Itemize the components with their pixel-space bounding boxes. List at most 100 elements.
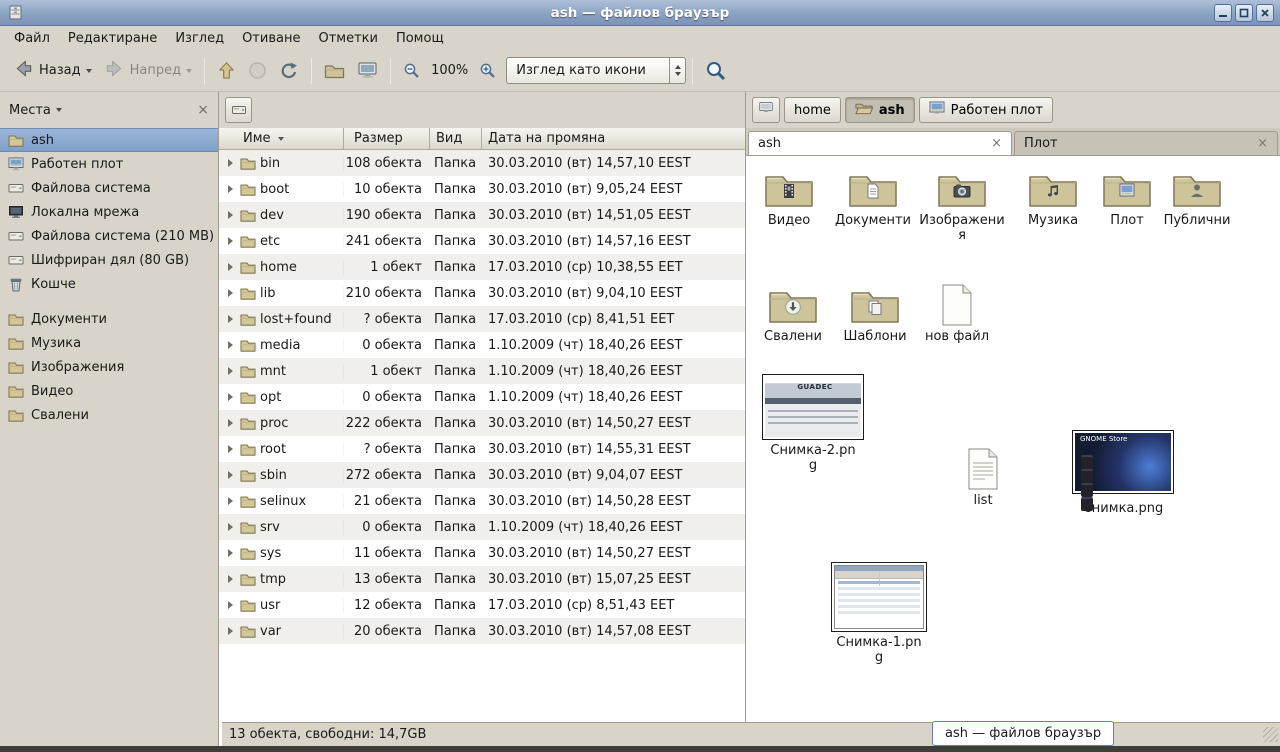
expander-icon[interactable] xyxy=(224,497,236,505)
table-row[interactable]: lib210 обектаПапка30.03.2010 (вт) 9,04,1… xyxy=(219,280,745,306)
expander-icon[interactable] xyxy=(224,367,236,375)
expander-icon[interactable] xyxy=(224,393,236,401)
icon-view-item[interactable]: Публични xyxy=(1152,164,1242,229)
menu-item[interactable]: Отметки xyxy=(309,29,386,48)
tab-ash[interactable]: ash× xyxy=(748,131,1012,155)
expander-icon[interactable] xyxy=(224,315,236,323)
reload-button[interactable] xyxy=(273,57,305,85)
table-row[interactable]: etc241 обектаПапка30.03.2010 (вт) 14,57,… xyxy=(219,228,745,254)
sidebar-title[interactable]: Места xyxy=(9,103,51,118)
table-row[interactable]: sys11 обектаПапка30.03.2010 (вт) 14,50,2… xyxy=(219,540,745,566)
expander-icon[interactable] xyxy=(224,471,236,479)
sidebar-item[interactable]: Изображения xyxy=(0,355,218,379)
tab-close-icon[interactable]: × xyxy=(1257,136,1268,151)
sidebar-item[interactable]: Видео xyxy=(0,379,218,403)
back-button[interactable]: Назад xyxy=(7,54,98,87)
sidebar-item[interactable]: Шифриран дял (80 GB) xyxy=(0,248,218,272)
expander-icon[interactable] xyxy=(224,159,236,167)
sidebar-item[interactable]: Файлова система (210 MB) xyxy=(0,224,218,248)
sidebar-close-icon[interactable]: × xyxy=(197,102,209,118)
expander-icon[interactable] xyxy=(224,419,236,427)
titlebar[interactable]: ash — файлов браузър xyxy=(0,0,1280,26)
table-row[interactable]: home1 обектПапка17.03.2010 (ср) 10,38,55… xyxy=(219,254,745,280)
sidebar-item[interactable]: Кошче xyxy=(0,272,218,296)
expander-icon[interactable] xyxy=(224,601,236,609)
icon-view-item[interactable]: Снимка-1.png xyxy=(822,560,936,666)
close-button[interactable] xyxy=(1256,4,1274,22)
table-row[interactable]: root? обектаПапка30.03.2010 (вт) 14,55,3… xyxy=(219,436,745,462)
table-row[interactable]: dev190 обектаПапка30.03.2010 (вт) 14,51,… xyxy=(219,202,745,228)
icon-view-item[interactable]: Свалени xyxy=(748,280,838,345)
pathbar-root-button[interactable] xyxy=(752,97,780,123)
icon-view-item[interactable]: GUADECСнимка-2.png xyxy=(756,374,870,474)
table-row[interactable]: sbin272 обектаПапка30.03.2010 (вт) 9,04,… xyxy=(219,462,745,488)
sidebar-title-dropdown-icon[interactable] xyxy=(56,108,62,112)
icon-view-item[interactable]: list xyxy=(938,444,1028,509)
expander-icon[interactable] xyxy=(224,211,236,219)
home-button[interactable] xyxy=(318,58,351,83)
sidebar-item[interactable]: Музика xyxy=(0,331,218,355)
pathbar-desktop-button[interactable]: Работен плот xyxy=(919,97,1053,123)
back-dropdown-icon[interactable] xyxy=(86,69,92,73)
expander-icon[interactable] xyxy=(224,263,236,271)
maximize-button[interactable] xyxy=(1235,4,1253,22)
table-row[interactable]: srv0 обектаПапка1.10.2009 (чт) 18,40,26 … xyxy=(219,514,745,540)
pane-location-button[interactable] xyxy=(225,97,252,123)
table-row[interactable]: proc222 обектаПапка30.03.2010 (вт) 14,50… xyxy=(219,410,745,436)
column-header-date[interactable]: Дата на промяна xyxy=(482,128,745,150)
minimize-button[interactable] xyxy=(1214,4,1232,22)
table-row[interactable]: mnt1 обектПапка1.10.2009 (чт) 18,40,26 E… xyxy=(219,358,745,384)
icon-view-item[interactable]: GNOME StoreСнимка.png xyxy=(1066,430,1180,517)
column-header-name[interactable]: Име xyxy=(219,128,344,150)
search-button[interactable] xyxy=(699,56,733,86)
icon-view-item[interactable]: Документи xyxy=(828,164,918,229)
up-button[interactable] xyxy=(211,56,242,85)
zoom-in-button[interactable] xyxy=(473,58,502,83)
expander-icon[interactable] xyxy=(224,289,236,297)
icon-view-item[interactable]: Шаблони xyxy=(830,280,920,345)
expander-icon[interactable] xyxy=(224,185,236,193)
pathbar-home-button[interactable]: home xyxy=(784,97,841,123)
menu-item[interactable]: Файл xyxy=(5,29,59,48)
expander-icon[interactable] xyxy=(224,549,236,557)
expander-icon[interactable] xyxy=(224,627,236,635)
icon-view[interactable]: ВидеоДокументиИзображенияМузикаПлотПубли… xyxy=(746,156,1280,746)
sidebar-item[interactable]: Локална мрежа xyxy=(0,200,218,224)
sidebar-item[interactable]: ash xyxy=(0,128,218,152)
menu-item[interactable]: Помощ xyxy=(387,29,453,48)
view-mode-spinner[interactable] xyxy=(669,58,685,83)
table-row[interactable]: bin108 обектаПапка30.03.2010 (вт) 14,57,… xyxy=(219,150,745,176)
sidebar-item[interactable]: Файлова система xyxy=(0,176,218,200)
stop-button[interactable] xyxy=(242,57,273,84)
expander-icon[interactable] xyxy=(224,445,236,453)
column-header-size[interactable]: Размер xyxy=(344,128,430,150)
expander-icon[interactable] xyxy=(224,523,236,531)
table-row[interactable]: selinux21 обектаПапка30.03.2010 (вт) 14,… xyxy=(219,488,745,514)
icon-view-item[interactable]: Изображения xyxy=(914,164,1010,244)
tab-desktop[interactable]: Плот× xyxy=(1014,131,1278,155)
table-row[interactable]: usr12 обектаПапка17.03.2010 (ср) 8,51,43… xyxy=(219,592,745,618)
sidebar-item[interactable]: Документи xyxy=(0,307,218,331)
zoom-out-button[interactable] xyxy=(397,58,426,83)
table-row[interactable]: tmp13 обектаПапка30.03.2010 (вт) 15,07,2… xyxy=(219,566,745,592)
sidebar-item[interactable]: Работен плот xyxy=(0,152,218,176)
sidebar-item[interactable]: Свалени xyxy=(0,403,218,427)
menu-item[interactable]: Отиване xyxy=(233,29,309,48)
icon-view-item[interactable]: Видео xyxy=(746,164,834,229)
menu-item[interactable]: Редактиране xyxy=(59,29,166,48)
pathbar-current-button[interactable]: ash xyxy=(845,97,915,123)
column-header-kind[interactable]: Вид xyxy=(430,128,482,150)
icon-view-item[interactable]: нов файл xyxy=(912,280,1002,345)
view-mode-select[interactable]: Изглед като икони xyxy=(506,57,686,84)
menu-item[interactable]: Изглед xyxy=(166,29,233,48)
expander-icon[interactable] xyxy=(224,237,236,245)
expander-icon[interactable] xyxy=(224,341,236,349)
table-row[interactable]: var20 обектаПапка30.03.2010 (вт) 14,57,0… xyxy=(219,618,745,644)
forward-button[interactable]: Напред xyxy=(98,54,198,87)
resize-grip[interactable] xyxy=(1263,727,1278,742)
table-row[interactable]: boot10 обектаПапка30.03.2010 (вт) 9,05,2… xyxy=(219,176,745,202)
computer-button[interactable] xyxy=(351,57,384,84)
table-row[interactable]: lost+found? обектаПапка17.03.2010 (ср) 8… xyxy=(219,306,745,332)
table-row[interactable]: media0 обектаПапка1.10.2009 (чт) 18,40,2… xyxy=(219,332,745,358)
tab-close-icon[interactable]: × xyxy=(991,136,1002,151)
